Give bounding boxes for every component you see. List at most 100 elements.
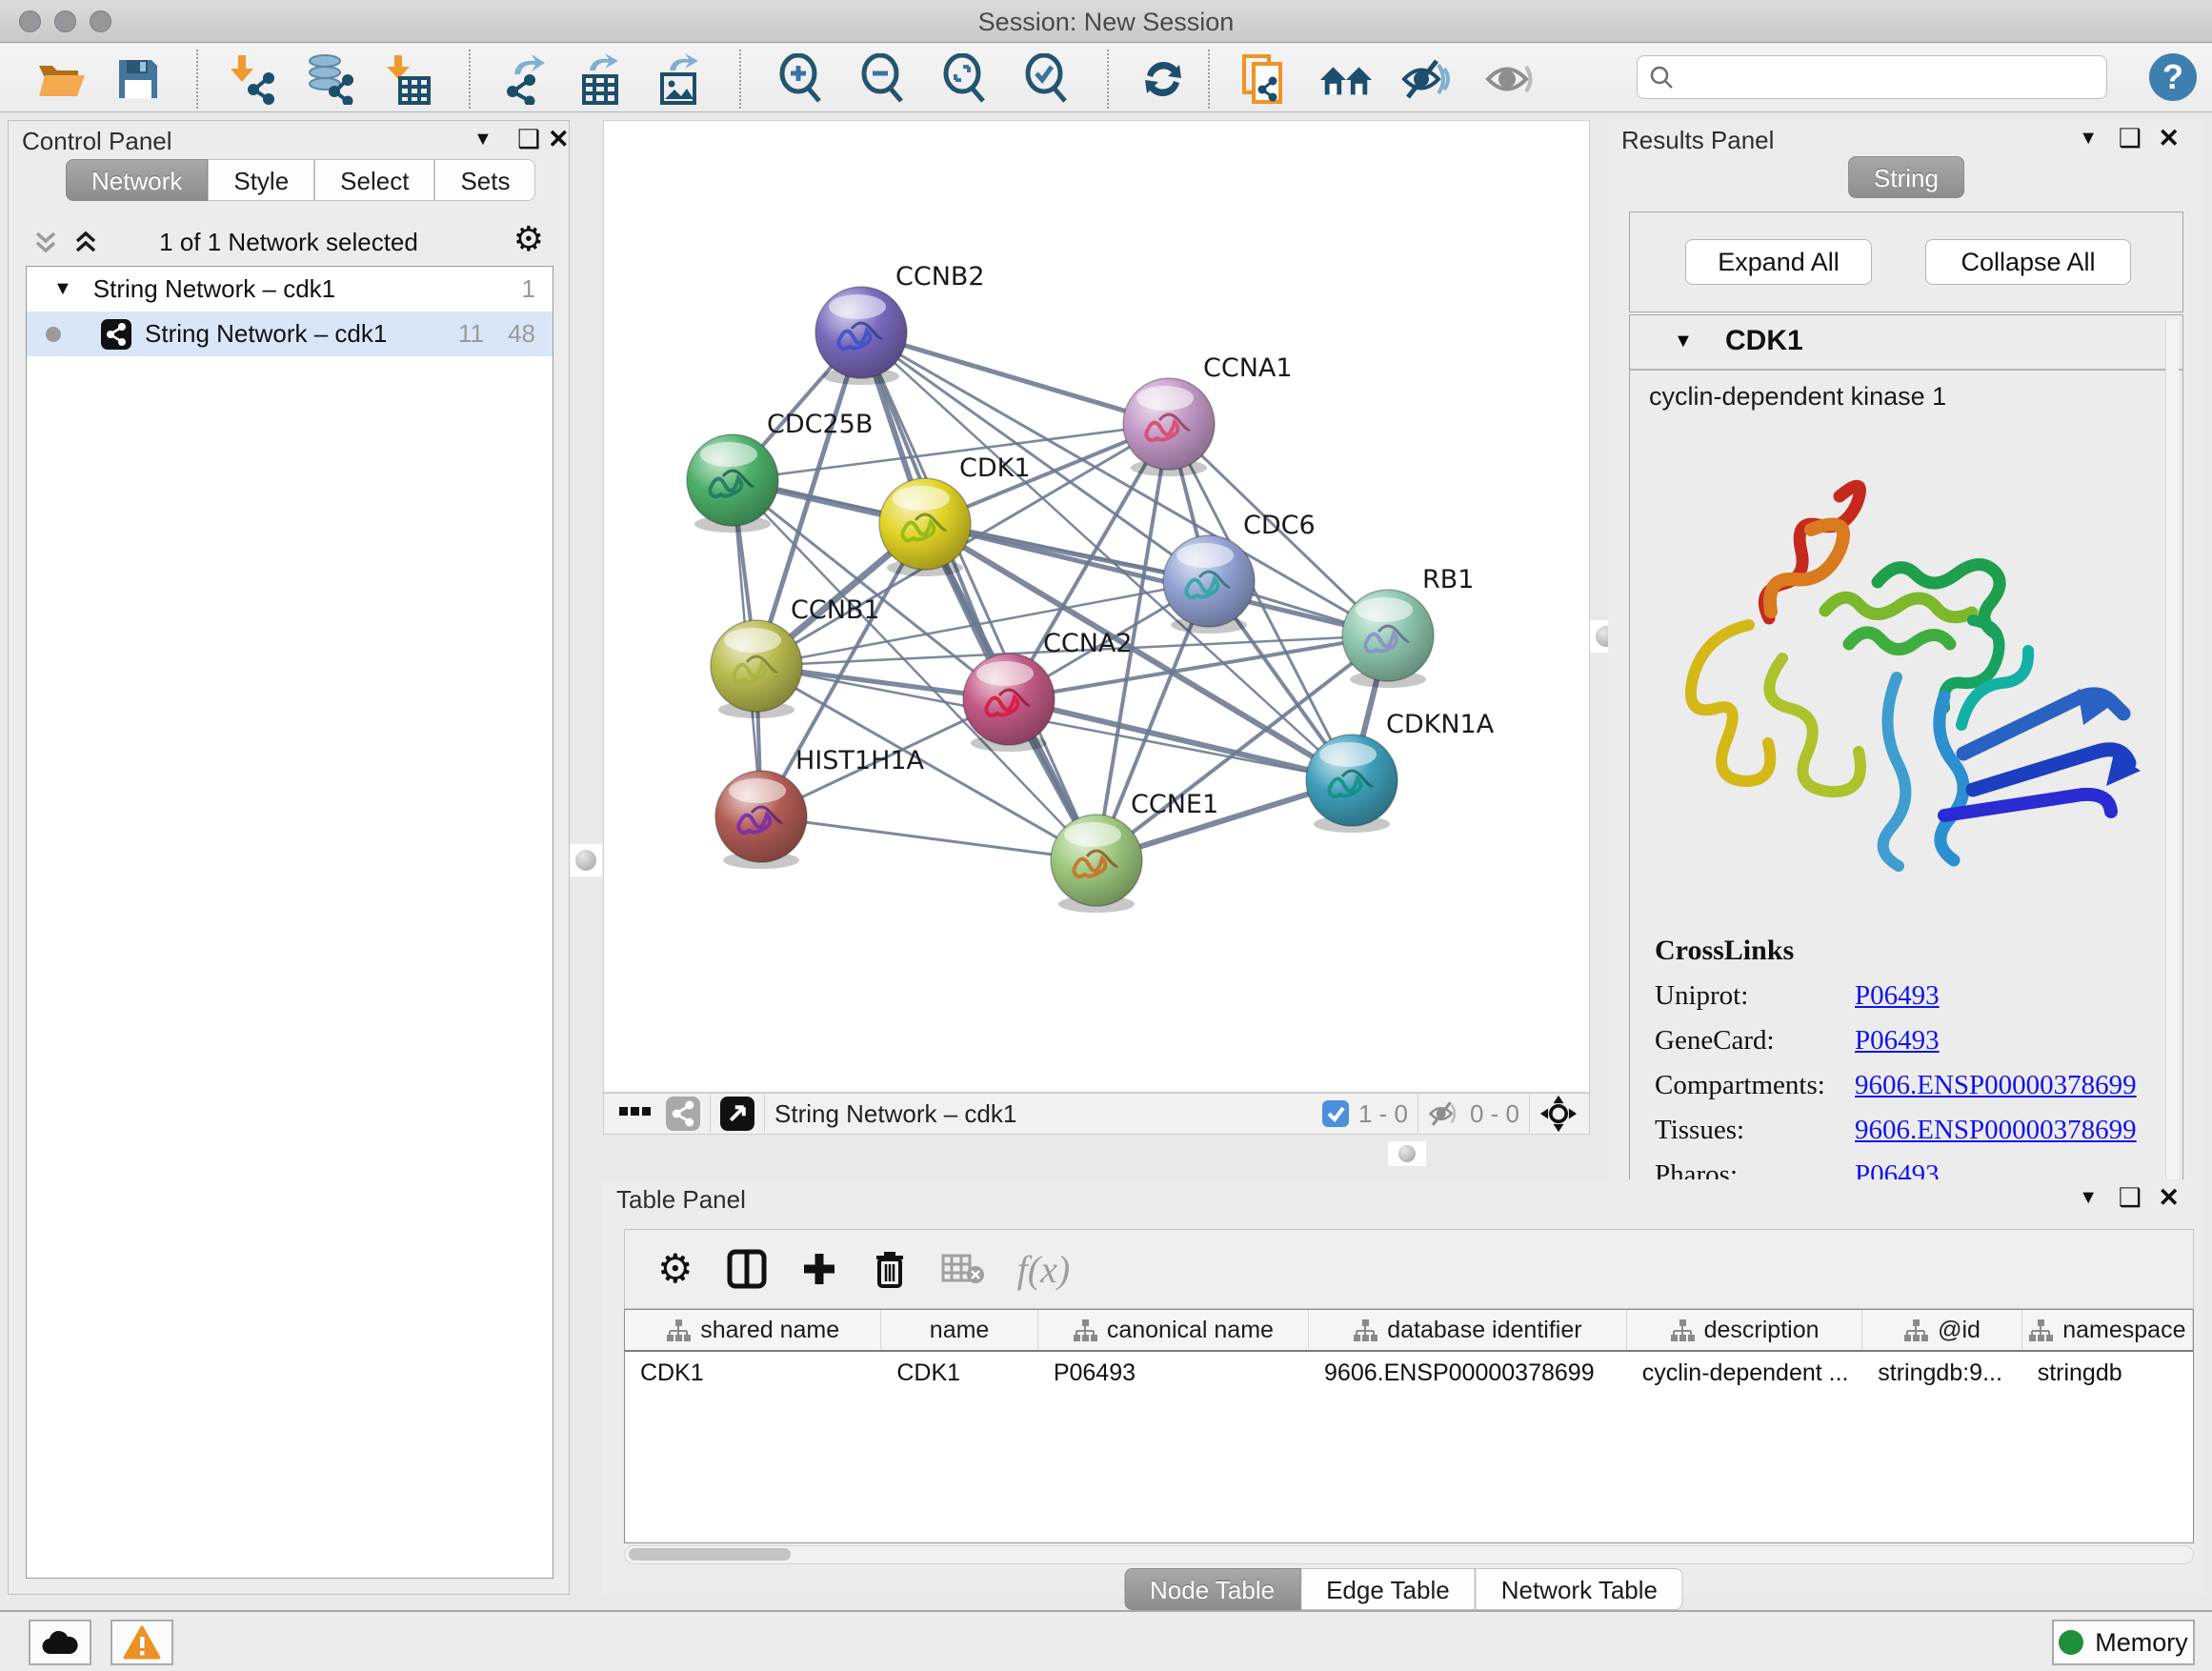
table-cell[interactable]: CDK1	[625, 1352, 881, 1394]
refresh-button[interactable]	[1136, 51, 1191, 107]
tab-network-table[interactable]: Network Table	[1476, 1568, 1683, 1610]
open-session-button[interactable]	[34, 51, 90, 107]
gene-description: cyclin-dependent kinase 1	[1636, 376, 2169, 417]
network-node[interactable]	[1051, 815, 1142, 913]
results-panel-close-icon[interactable]: ✕	[2158, 124, 2180, 153]
column-header[interactable]: namespace	[2022, 1310, 2193, 1350]
cloud-status-button[interactable]	[29, 1620, 91, 1665]
clone-network-button[interactable]	[1237, 51, 1292, 107]
hidden-eye-slash-icon[interactable]	[1428, 1099, 1462, 1128]
results-panel-float-icon[interactable]: ❑	[2119, 124, 2142, 153]
table-cell[interactable]: stringdb:9...	[1862, 1352, 2021, 1394]
network-node[interactable]	[1342, 590, 1434, 688]
control-panel-float-icon[interactable]: ❑	[517, 125, 540, 154]
table-options-gear-icon[interactable]: ⚙	[657, 1249, 694, 1289]
network-node[interactable]	[687, 434, 778, 533]
network-node[interactable]	[879, 478, 971, 576]
network-collection-row[interactable]: ▼ String Network – cdk1 1	[27, 267, 553, 312]
first-neighbors-button[interactable]	[1318, 51, 1374, 107]
network-edge[interactable]	[925, 524, 1388, 635]
network-options-gear-icon[interactable]: ⚙	[513, 222, 544, 256]
crosslink-label: Uniprot:	[1655, 980, 1855, 1012]
table-row[interactable]: CDK1CDK1P064939606.ENSP00000378699cyclin…	[625, 1352, 2193, 1394]
memory-button[interactable]: Memory	[2052, 1620, 2195, 1665]
network-canvas[interactable]: CCNB2CCNA1CDC25BCDK1CDC6RB1CCNB1CCNA2CDK…	[603, 120, 1590, 1093]
table-cell[interactable]: 9606.ENSP00000378699	[1309, 1352, 1627, 1394]
crosslink-link[interactable]: P06493	[1855, 1025, 1940, 1057]
bottom-splitter-handle[interactable]	[1388, 1141, 1426, 1166]
birdseye-navigator-icon[interactable]	[1539, 1095, 1578, 1133]
column-header[interactable]: canonical name	[1038, 1310, 1309, 1350]
crosslink-link[interactable]: 9606.ENSP00000378699	[1855, 1070, 2137, 1101]
save-session-button[interactable]	[111, 51, 166, 107]
export-image-button[interactable]	[652, 51, 707, 107]
zoom-fit-button[interactable]	[937, 51, 993, 107]
control-panel-close-icon[interactable]: ✕	[548, 125, 570, 154]
network-node[interactable]	[715, 771, 807, 869]
import-table-button[interactable]	[381, 51, 436, 107]
tree-expander-icon[interactable]: ▼	[53, 278, 72, 300]
main-toolbar: ?	[0, 44, 2212, 112]
tab-style[interactable]: Style	[208, 159, 314, 201]
selected-checkbox-icon[interactable]	[1322, 1100, 1349, 1127]
tab-edge-table[interactable]: Edge Table	[1300, 1568, 1476, 1610]
gene-expander-icon[interactable]: ▼	[1674, 331, 1693, 352]
export-table-button[interactable]	[573, 51, 629, 107]
control-panel-menu-icon[interactable]: ▼	[473, 129, 493, 151]
column-header[interactable]: shared name	[625, 1310, 881, 1350]
tab-string[interactable]: String	[1848, 156, 1964, 198]
table-panel-close-icon[interactable]: ✕	[2158, 1183, 2180, 1213]
table-panel-menu-icon[interactable]: ▼	[2079, 1187, 2098, 1209]
hide-selected-button[interactable]	[1400, 51, 1456, 107]
table-cell[interactable]: P06493	[1038, 1352, 1309, 1394]
gene-header-row[interactable]: ▼ CDK1	[1630, 315, 2182, 371]
zoom-out-button[interactable]	[855, 51, 911, 107]
zoom-in-button[interactable]	[774, 51, 829, 107]
crosslink-link[interactable]: P06493	[1855, 980, 1940, 1012]
node-label: CCNA1	[1203, 353, 1293, 383]
table-cell[interactable]: cyclin-dependent ...	[1627, 1352, 1863, 1394]
network-edge[interactable]	[861, 332, 1096, 860]
delete-column-trash-icon[interactable]	[871, 1248, 909, 1290]
zoom-selected-button[interactable]	[1019, 51, 1075, 107]
column-header[interactable]: database identifier	[1309, 1310, 1627, 1350]
table-cell[interactable]: stringdb	[2022, 1352, 2193, 1394]
help-button[interactable]: ?	[2149, 53, 2197, 101]
table-panel-float-icon[interactable]: ❑	[2119, 1183, 2142, 1213]
left-splitter-handle[interactable]	[570, 844, 602, 876]
crosslink-link[interactable]: 9606.ENSP00000378699	[1855, 1115, 2137, 1146]
network-node[interactable]	[711, 620, 802, 718]
import-network-file-button[interactable]	[225, 51, 280, 107]
network-node[interactable]	[1306, 735, 1398, 833]
control-panel-tabs: NetworkStyleSelectSets	[66, 159, 535, 201]
search-input[interactable]	[1674, 63, 2083, 91]
network-node[interactable]	[1123, 378, 1215, 476]
results-panel-menu-icon[interactable]: ▼	[2079, 128, 2098, 150]
add-column-icon[interactable]	[800, 1250, 838, 1288]
export-network-button[interactable]	[495, 51, 551, 107]
column-header[interactable]: @id	[1862, 1310, 2021, 1350]
network-share-badge-icon[interactable]	[666, 1097, 700, 1131]
collapse-all-button[interactable]: Collapse All	[1925, 239, 2131, 285]
grid-view-icon[interactable]	[619, 1107, 651, 1121]
import-network-database-button[interactable]	[303, 51, 358, 107]
tab-node-table[interactable]: Node Table	[1124, 1568, 1300, 1610]
tab-select[interactable]: Select	[314, 159, 434, 201]
expand-all-button[interactable]: Expand All	[1685, 239, 1872, 285]
results-scrollbar[interactable]	[2165, 319, 2179, 1224]
column-header[interactable]: description	[1627, 1310, 1863, 1350]
network-edge[interactable]	[861, 332, 1169, 424]
detach-view-icon[interactable]	[720, 1097, 754, 1131]
column-header[interactable]: name	[881, 1310, 1037, 1350]
tab-network[interactable]: Network	[66, 159, 208, 201]
show-all-button[interactable]	[1482, 51, 1538, 107]
warnings-button[interactable]	[111, 1620, 173, 1665]
tab-sets[interactable]: Sets	[434, 159, 535, 201]
network-row[interactable]: String Network – cdk1 11 48	[27, 312, 553, 356]
show-columns-icon[interactable]	[726, 1248, 768, 1290]
network-node[interactable]	[1163, 535, 1255, 634]
toolbar-separator	[196, 50, 198, 109]
network-edge[interactable]	[761, 816, 1096, 860]
table-horizontal-scrollbar[interactable]	[624, 1545, 2194, 1564]
table-cell[interactable]: CDK1	[881, 1352, 1037, 1394]
